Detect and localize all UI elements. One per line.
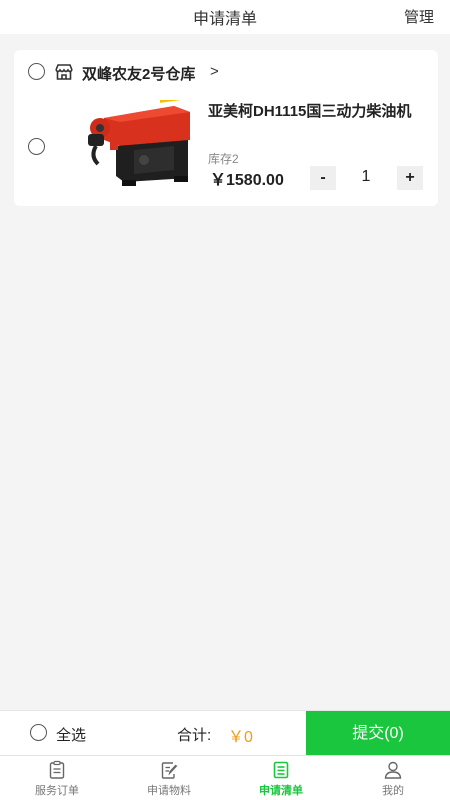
edit-document-icon <box>161 762 178 779</box>
quantity-increase-button[interactable]: + <box>397 166 423 190</box>
item-select-radio[interactable] <box>28 138 45 155</box>
product-image[interactable] <box>74 100 206 190</box>
store-row[interactable]: 双峰农友2号仓库 > <box>14 50 438 94</box>
tab-mine[interactable]: 我的 <box>348 760 438 798</box>
tab-apply-materials[interactable]: 申请物料 <box>124 760 214 798</box>
bottom-tab-bar: 服务订单 申请物料 申请清单 我的 <box>0 755 450 800</box>
store-icon <box>55 64 73 80</box>
cart-card: 双峰农友2号仓库 > 亚美柯DH1115国三动力柴油机 库存2 ￥1580.00… <box>14 50 438 206</box>
tab-label: 申请物料 <box>147 785 191 797</box>
total-label: 合计: <box>177 727 212 744</box>
select-all-label[interactable]: 全选 <box>56 724 86 745</box>
stock-count: 库存2 <box>208 152 239 166</box>
tab-apply-list[interactable]: 申请清单 <box>236 760 326 798</box>
store-name: 双峰农友2号仓库 <box>82 66 196 83</box>
tab-label: 服务订单 <box>35 785 79 797</box>
manage-button[interactable]: 管理 <box>404 6 434 27</box>
tab-label: 申请清单 <box>259 785 303 797</box>
chevron-right-icon: > <box>210 63 219 80</box>
checkout-bar: 全选 合计: ￥0 提交(0) <box>0 710 450 756</box>
product-price: ￥1580.00 <box>210 172 284 189</box>
header: 申请清单 管理 <box>0 0 450 34</box>
tab-label: 我的 <box>382 785 404 797</box>
clipboard-icon <box>49 760 65 779</box>
tab-service-orders[interactable]: 服务订单 <box>12 760 102 798</box>
user-icon <box>384 761 402 779</box>
submit-button[interactable]: 提交(0) <box>306 711 450 756</box>
store-select-radio[interactable] <box>28 63 45 80</box>
page-title: 申请清单 <box>192 11 257 28</box>
total-amount: ￥0 <box>228 729 253 746</box>
list-icon <box>273 761 289 779</box>
select-all-radio[interactable] <box>30 724 47 741</box>
quantity-value[interactable]: 1 <box>354 168 378 186</box>
quantity-decrease-button[interactable]: - <box>310 166 336 190</box>
product-name[interactable]: 亚美柯DH1115国三动力柴油机 <box>208 102 418 121</box>
